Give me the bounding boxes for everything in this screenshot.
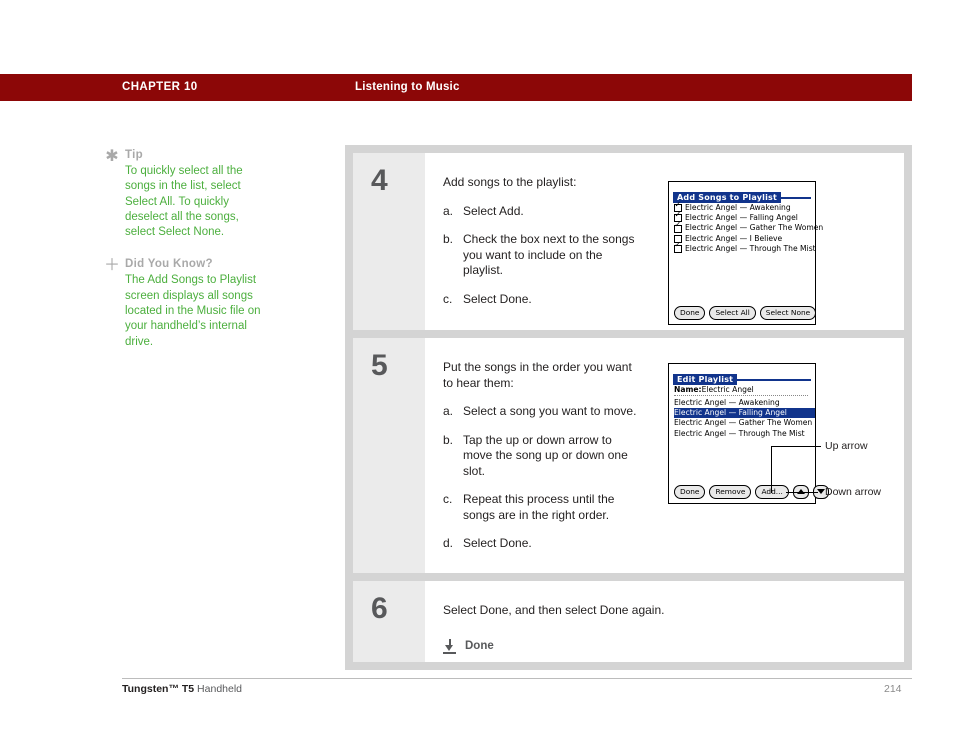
remove-button[interactable]: Remove bbox=[709, 484, 752, 499]
substep: a. Select a song you want to move. bbox=[443, 404, 643, 420]
asterisk-icon: ✱ bbox=[105, 146, 119, 165]
done-button[interactable]: Done bbox=[674, 305, 706, 320]
checkbox-icon[interactable] bbox=[674, 241, 682, 253]
substep-letter: b. bbox=[443, 232, 454, 246]
add-button[interactable]: Add... bbox=[755, 484, 789, 499]
substep-letter: d. bbox=[443, 536, 454, 550]
did-you-know-title: Did You Know? bbox=[125, 258, 213, 271]
screen-title: Add Songs to Playlist bbox=[673, 192, 782, 203]
footer-product-name: Tungsten™ T5 bbox=[122, 683, 195, 695]
substep-text: Select Done. bbox=[463, 536, 532, 550]
song-label: Electric Angel — Through The Mist bbox=[685, 243, 816, 253]
substep: b. Tap the up or down arrow to move the … bbox=[443, 433, 643, 480]
up-arrow-callout-stem bbox=[771, 446, 772, 493]
up-arrow-callout-lead bbox=[771, 446, 821, 447]
playlist-list-item-selected[interactable]: Electric Angel — Falling Angel bbox=[674, 408, 815, 419]
substep-letter: a. bbox=[443, 404, 454, 418]
screen-title-bar: Edit Playlist bbox=[673, 367, 811, 385]
step-number-column bbox=[353, 581, 425, 662]
step-body: Put the songs in the order you want to h… bbox=[443, 360, 643, 565]
down-arrow-callout-lead bbox=[786, 492, 818, 493]
screen-title-bar: Add Songs to Playlist bbox=[673, 185, 811, 203]
substep-text: Select Add. bbox=[463, 203, 524, 218]
step-lead-text: Select Done, and then select Done again. bbox=[443, 603, 665, 617]
tip-title: Tip bbox=[125, 149, 143, 161]
step-number: 4 bbox=[371, 164, 388, 197]
playlist-name-value: Electric Angel bbox=[701, 385, 754, 394]
step-panel-5: 5 Put the songs in the order you want to… bbox=[353, 338, 904, 573]
screen-title: Edit Playlist bbox=[673, 374, 738, 385]
song-list-item[interactable]: Electric Angel — I Believe bbox=[674, 234, 815, 244]
song-list-item[interactable]: Electric Angel — Awakening bbox=[674, 201, 815, 213]
song-list-item[interactable]: Electric Angel — Through The Mist bbox=[674, 241, 816, 254]
substep: c. Select Done. bbox=[443, 292, 643, 308]
section-title: Listening to Music bbox=[355, 81, 460, 93]
song-label: Electric Angel — Gather The Women bbox=[685, 223, 824, 233]
substep-letter: a. bbox=[443, 203, 454, 218]
select-all-button[interactable]: Select All bbox=[709, 305, 756, 320]
edit-playlist-screen: Edit Playlist Name:Electric Angel Electr… bbox=[668, 363, 829, 504]
substep: d. Select Done. bbox=[443, 536, 643, 552]
song-label: Electric Angel — Gather The Women bbox=[674, 418, 813, 428]
playlist-name-field[interactable]: Name:Electric Angel bbox=[674, 384, 808, 396]
done-legend-label: Done bbox=[465, 639, 494, 652]
song-list-item[interactable]: Electric Angel — Gather The Women bbox=[674, 221, 823, 233]
song-label: Electric Angel — Awakening bbox=[674, 398, 780, 407]
playlist-name-label: Name: bbox=[674, 385, 702, 394]
select-none-button[interactable]: Select None bbox=[759, 305, 817, 320]
substep-text: Check the box next to the songs you want… bbox=[463, 232, 635, 277]
song-label: Electric Angel — Awakening bbox=[685, 203, 791, 212]
sidebar-tips: ✱ Tip To quickly select all the songs in… bbox=[103, 148, 333, 367]
add-songs-to-playlist-screen: Add Songs to Playlist Electric Angel — A… bbox=[668, 181, 823, 325]
substep: b. Check the box next to the songs you w… bbox=[443, 232, 643, 279]
step-number: 5 bbox=[371, 349, 388, 382]
step-panel-6: 6 Select Done, and then select Done agai… bbox=[353, 581, 904, 662]
substep-letter: c. bbox=[443, 492, 453, 506]
step-number: 6 bbox=[371, 592, 388, 625]
screen-button-bar: Done Select All Select None bbox=[674, 305, 817, 320]
step-body: Add songs to the playlist: a. Select Add… bbox=[443, 175, 643, 320]
substep-text: Repeat this process until the songs are … bbox=[463, 492, 615, 522]
song-list-item[interactable]: Electric Angel — Falling Angel bbox=[674, 211, 815, 223]
tip-text: To quickly select all the songs in the l… bbox=[125, 165, 243, 239]
steps-frame: 4 Add songs to the playlist: a. Select A… bbox=[345, 145, 912, 670]
song-label: Electric Angel — Through The Mist bbox=[674, 428, 805, 438]
done-button[interactable]: Done bbox=[674, 484, 706, 499]
song-label: Electric Angel — I Believe bbox=[685, 233, 783, 243]
step-panel-4: 4 Add songs to the playlist: a. Select A… bbox=[353, 153, 904, 330]
step-number-column bbox=[353, 338, 425, 573]
chapter-label: CHAPTER 10 bbox=[122, 81, 198, 93]
step-body: Select Done, and then select Done again.… bbox=[443, 603, 773, 654]
step-lead-text: Put the songs in the order you want to h… bbox=[443, 360, 632, 390]
substep-text: Select Done. bbox=[463, 291, 532, 306]
song-label: Electric Angel — Falling Angel bbox=[674, 408, 787, 418]
substep-letter: c. bbox=[443, 291, 453, 306]
step-lead-text: Add songs to the playlist: bbox=[443, 175, 577, 189]
step-number-column bbox=[353, 153, 425, 330]
plus-icon: ＋ bbox=[103, 255, 120, 275]
playlist-song-list: Electric Angel — Awakening Electric Ange… bbox=[674, 398, 815, 439]
substep-text: Tap the up or down arrow to move the son… bbox=[463, 432, 628, 478]
footer-product: Tungsten™ T5 Handheld bbox=[122, 683, 242, 695]
tip-block-tip: ✱ Tip To quickly select all the songs in… bbox=[103, 148, 333, 240]
footer-product-suffix: Handheld bbox=[194, 683, 243, 695]
substep: c. Repeat this process until the songs a… bbox=[443, 492, 643, 523]
done-legend: Done bbox=[443, 638, 773, 655]
did-you-know-text: The Add Songs to Playlist screen display… bbox=[125, 274, 261, 348]
playlist-list-item[interactable]: Electric Angel — Through The Mist bbox=[674, 429, 815, 439]
checkbox-icon[interactable] bbox=[674, 221, 682, 233]
page-number: 214 bbox=[884, 683, 902, 695]
done-download-icon bbox=[443, 638, 456, 654]
substep: a. Select Add. bbox=[443, 204, 643, 220]
substep-letter: b. bbox=[443, 432, 454, 447]
song-label: Electric Angel — Falling Angel bbox=[685, 213, 798, 223]
tip-block-did-you-know: ＋ Did You Know? The Add Songs to Playlis… bbox=[103, 257, 333, 349]
playlist-list-item[interactable]: Electric Angel — Awakening bbox=[674, 398, 815, 408]
substep-text: Select a song you want to move. bbox=[463, 404, 637, 418]
song-checkbox-list: Electric Angel — Awakening Electric Ange… bbox=[674, 201, 823, 254]
footer-divider bbox=[122, 678, 912, 679]
down-arrow-callout-label: Down arrow bbox=[825, 486, 882, 498]
up-arrow-callout-label: Up arrow bbox=[825, 440, 868, 452]
playlist-list-item[interactable]: Electric Angel — Gather The Women bbox=[674, 418, 815, 428]
